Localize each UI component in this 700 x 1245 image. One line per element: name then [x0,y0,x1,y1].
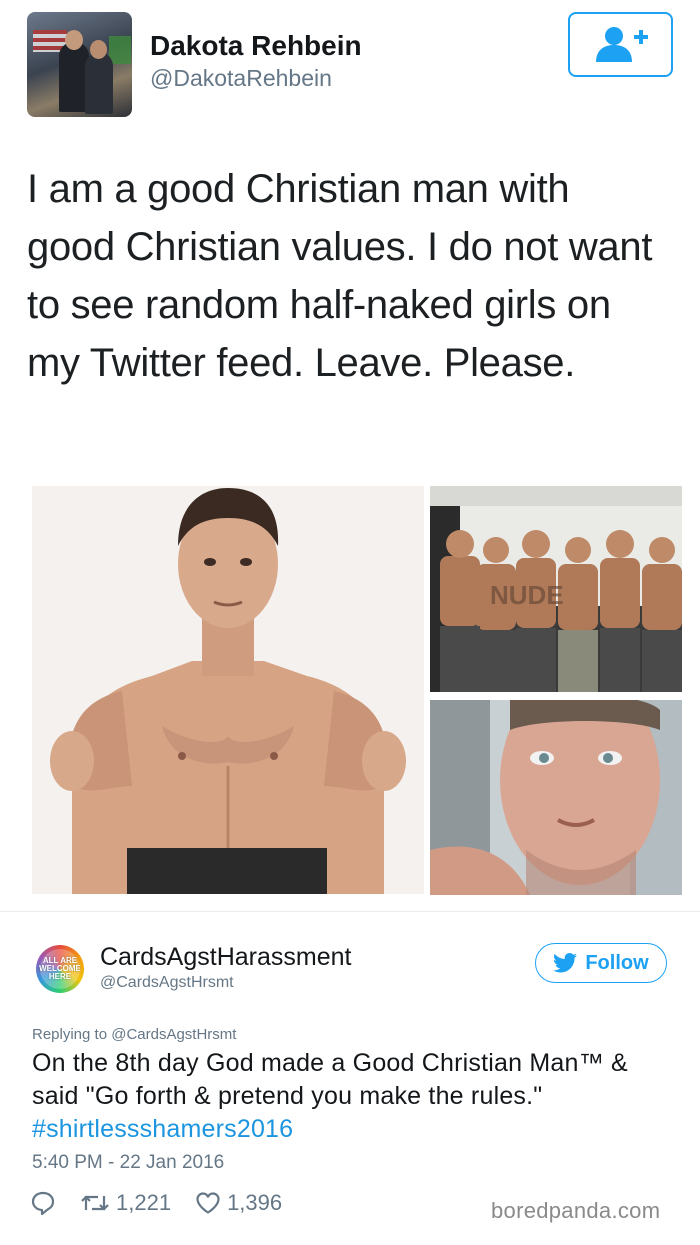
author-avatar[interactable]: ALL ARE WELCOME HERE [36,945,84,993]
author-name[interactable]: CardsAgstHarassment [100,943,351,972]
retweet-icon [81,1195,109,1211]
source-watermark: boredpanda.com [491,1198,661,1223]
tweet-text: On the 8th day God made a Good Christian… [32,1047,672,1146]
add-user-icon [596,27,648,62]
hashtag-link[interactable]: #shirtlessshamers2016 [32,1115,293,1143]
tweet-actions: 1,221 1,396 [30,1186,306,1220]
replying-to-label[interactable]: Replying to @CardsAgstHrsmt [32,1026,236,1043]
tweet-photo-group[interactable]: NUDE [430,486,682,692]
tweet-photo-shirtless-man[interactable] [32,486,424,894]
twitter-bird-icon [553,953,578,973]
avatar-head-shape [65,30,83,50]
reply-icon [31,1191,55,1216]
heart-icon [196,1192,220,1214]
tweet-card: Dakota Rehbein @DakotaRehbein I am a goo… [0,0,700,912]
like-count: 1,396 [227,1190,283,1215]
reply-action[interactable] [30,1190,56,1216]
tweet-photo-selfie[interactable] [430,700,682,895]
avatar-person-shape [85,52,113,114]
group-photo-overlay-text: NUDE [490,580,564,610]
author-handle[interactable]: @CardsAgstHrsmt [100,974,234,992]
author-name[interactable]: Dakota Rehbein [150,30,362,62]
like-action[interactable]: 1,396 [195,1190,282,1216]
tweet-text-body: On the 8th day God made a Good Christian… [32,1049,628,1110]
retweet-count: 1,221 [116,1190,172,1215]
avatar-text-line: HERE [48,972,72,981]
avatar-head-shape [90,40,107,59]
tweet-text: I am a good Christian man with good Chri… [27,167,653,385]
author-avatar[interactable] [27,12,132,117]
tweet-timestamp[interactable]: 5:40 PM - 22 Jan 2016 [32,1152,224,1174]
follow-button[interactable] [568,12,673,77]
follow-button[interactable]: Follow [535,943,667,983]
avatar-banner-shape [109,36,131,64]
follow-button-label: Follow [585,951,649,974]
author-handle[interactable]: @DakotaRehbein [150,65,332,92]
avatar-badge: ALL ARE WELCOME HERE [39,949,81,989]
retweet-action[interactable]: 1,221 [80,1190,171,1216]
embedded-tweet-card: ALL ARE WELCOME HERE CardsAgstHarassment… [0,912,700,1245]
